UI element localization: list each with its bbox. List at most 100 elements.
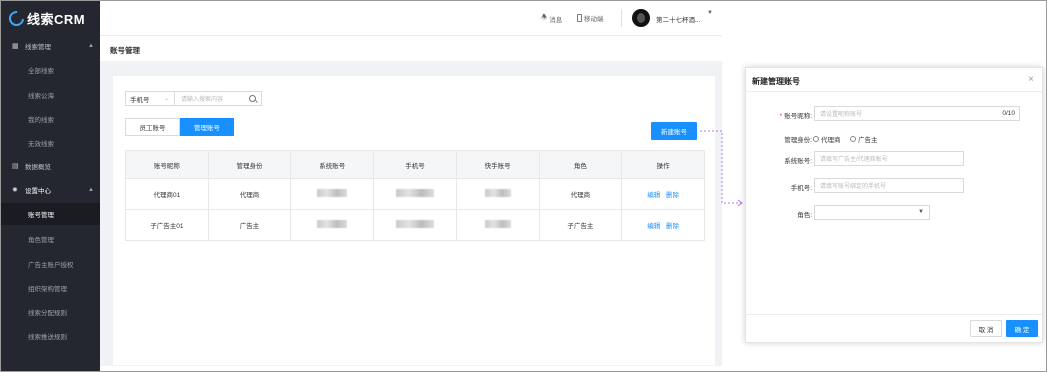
column-header: 操作 [621,150,705,179]
dialog-title: 新建管理账号 [752,77,800,86]
radio-circle-icon [813,136,819,142]
app-logo[interactable]: 线索CRM [5,7,86,29]
table-header-row: 账号昵称 管理身份 系统账号 手机号 快手账号 角色 操作 [125,150,705,179]
redacted-value [395,220,434,228]
cell-phone [373,209,457,241]
redacted-value [484,189,511,197]
sidebar-item-invalid-leads[interactable]: 无效线索 [1,132,100,154]
required-mark: * [779,113,783,120]
cell-system-account [290,209,375,241]
sidebar-group-leads[interactable]: ▦ 线索管理 ▲ [1,35,100,57]
role-select[interactable]: ▼ [814,205,930,220]
mobile-label: 移动端 [584,16,604,23]
sidebar-item-lead-assign-rules[interactable]: 线索分配规则 [1,301,100,323]
search-input[interactable]: 请输入搜索内容 [175,91,262,106]
filter-type-select[interactable]: 手机号 ⌄ [125,91,175,106]
messages-label: 消息 [549,16,563,24]
tab-employee-accounts[interactable]: 员工账号 [125,118,180,136]
chevron-down-icon[interactable]: ▼ [707,10,713,16]
phone-icon [577,14,582,22]
cell-system-account [290,178,375,210]
chevron-down-icon: ⌄ [163,96,169,102]
phone-placeholder: 请填写账号绑定的手机号 [820,184,887,190]
sidebar: 线索CRM ▦ 线索管理 ▲ 全部线索 线索公海 我的线索 无效线索 ▤ 数据概… [1,1,100,371]
table-row: 代理商01 代理商 代理商 编辑 删除 [125,178,705,210]
delete-link[interactable]: 删除 [666,223,679,230]
column-header: 系统账号 [290,150,375,179]
new-admin-account-dialog: 新建管理账号 × * 账号昵称: 请设置昵称账号 0/10 管理身份: 代理商 广… [745,67,1043,343]
logo-mark-icon [5,7,28,29]
sidebar-item-lead-push-rules[interactable]: 线索推送规则 [1,325,100,347]
cell-identity: 代理商 [207,178,292,210]
column-header: 账号昵称 [125,150,209,179]
logo-text: 线索CRM [27,11,86,27]
search-placeholder: 请输入搜索内容 [181,97,224,103]
close-icon[interactable]: × [1028,74,1034,85]
nickname-label: * 账号昵称: [752,110,812,120]
redacted-value [317,189,348,197]
sidebar-item-org-structure[interactable]: 组织架构管理 [1,277,100,299]
cell-role: 子广告主 [538,209,623,241]
radio-advertiser[interactable]: 广告主 [850,134,878,144]
column-header: 角色 [538,150,623,179]
column-header: 管理身份 [207,150,292,179]
caret-down-icon: ▼ [918,209,924,215]
phone-label: 手机号: [790,185,812,192]
cell-actions: 编辑 删除 [621,178,705,210]
sidebar-group-label: 数据概览 [25,164,51,171]
sidebar-group-label: 设置中心 [25,188,51,195]
sidebar-group-settings[interactable]: ✹ 设置中心 ▲ [1,179,100,201]
nickname-label-text: 账号昵称: [784,113,812,120]
delete-link[interactable]: 删除 [666,192,679,199]
sidebar-group-label: 线索管理 [25,44,51,51]
redacted-value [484,220,511,228]
sidebar-item-lead-pool[interactable]: 线索公海 [1,84,100,106]
sidebar-item-my-leads[interactable]: 我的线索 [1,108,100,130]
radio-advertiser-label: 广告主 [858,137,878,144]
radio-agent[interactable]: 代理商 [813,134,841,144]
chart-icon: ▤ [12,163,19,170]
dashed-connector [700,130,743,207]
cancel-button[interactable]: 取 消 [970,320,1002,337]
phone-input[interactable]: 请填写账号绑定的手机号 [814,178,964,193]
sidebar-group-overview[interactable]: ▤ 数据概览 [1,155,100,177]
search-icon[interactable] [249,95,256,102]
radio-agent-label: 代理商 [821,137,841,144]
avatar[interactable] [632,9,650,27]
sidebar-item-account-management[interactable]: 账号管理 [1,203,100,225]
cell-actions: 编辑 删除 [621,209,705,241]
header-divider [621,9,622,27]
system-account-input[interactable]: 请填写广告主/代理商账号 [814,151,964,166]
username[interactable]: 第二十七杯酒... [656,14,700,24]
cell-identity: 广告主 [207,209,292,241]
edit-link[interactable]: 编辑 [647,192,660,199]
confirm-button[interactable]: 确 定 [1006,320,1038,337]
new-account-button[interactable]: 新建账号 [651,122,697,140]
sidebar-item-role-management[interactable]: 角色管理 [1,228,100,250]
sidebar-item-all-leads[interactable]: 全部线索 [1,59,100,81]
chevron-up-icon: ▲ [88,187,94,193]
role-label: 角色: [797,212,812,219]
nickname-char-count: 0/10 [1002,110,1015,117]
cell-nickname: 代理商01 [125,178,209,210]
bell-icon: 🕭 [541,14,548,21]
cell-nickname: 子广告主01 [125,209,209,241]
sidebar-item-advertiser-auth[interactable]: 广告主账户授权 [1,253,100,275]
system-account-placeholder: 请填写广告主/代理商账号 [820,157,888,163]
nickname-input[interactable]: 请设置昵称账号 0/10 [814,106,1020,121]
chevron-up-icon: ▲ [88,43,94,49]
filter-type-value: 手机号 [130,96,150,104]
tab-admin-accounts[interactable]: 管理账号 [180,118,234,136]
edit-link[interactable]: 编辑 [647,223,660,230]
dialog-footer: 取 消 确 定 [746,314,1042,342]
messages-link[interactable]: 🕭 消息 [541,13,562,24]
gear-icon: ✹ [12,187,18,194]
doc-icon: ▦ [12,43,19,50]
mobile-link[interactable]: 移动端 [577,13,604,23]
system-account-label: 系统账号: [784,158,812,165]
table-row: 子广告主01 广告主 子广告主 编辑 删除 [125,209,705,241]
accounts-table: 账号昵称 管理身份 系统账号 手机号 快手账号 角色 操作 代理商01 代理商 … [125,150,705,241]
top-header: 🕭 消息 移动端 第二十七杯酒... ▼ [100,1,722,36]
column-header: 手机号 [373,150,457,179]
cell-kuaishou-account [455,209,540,241]
